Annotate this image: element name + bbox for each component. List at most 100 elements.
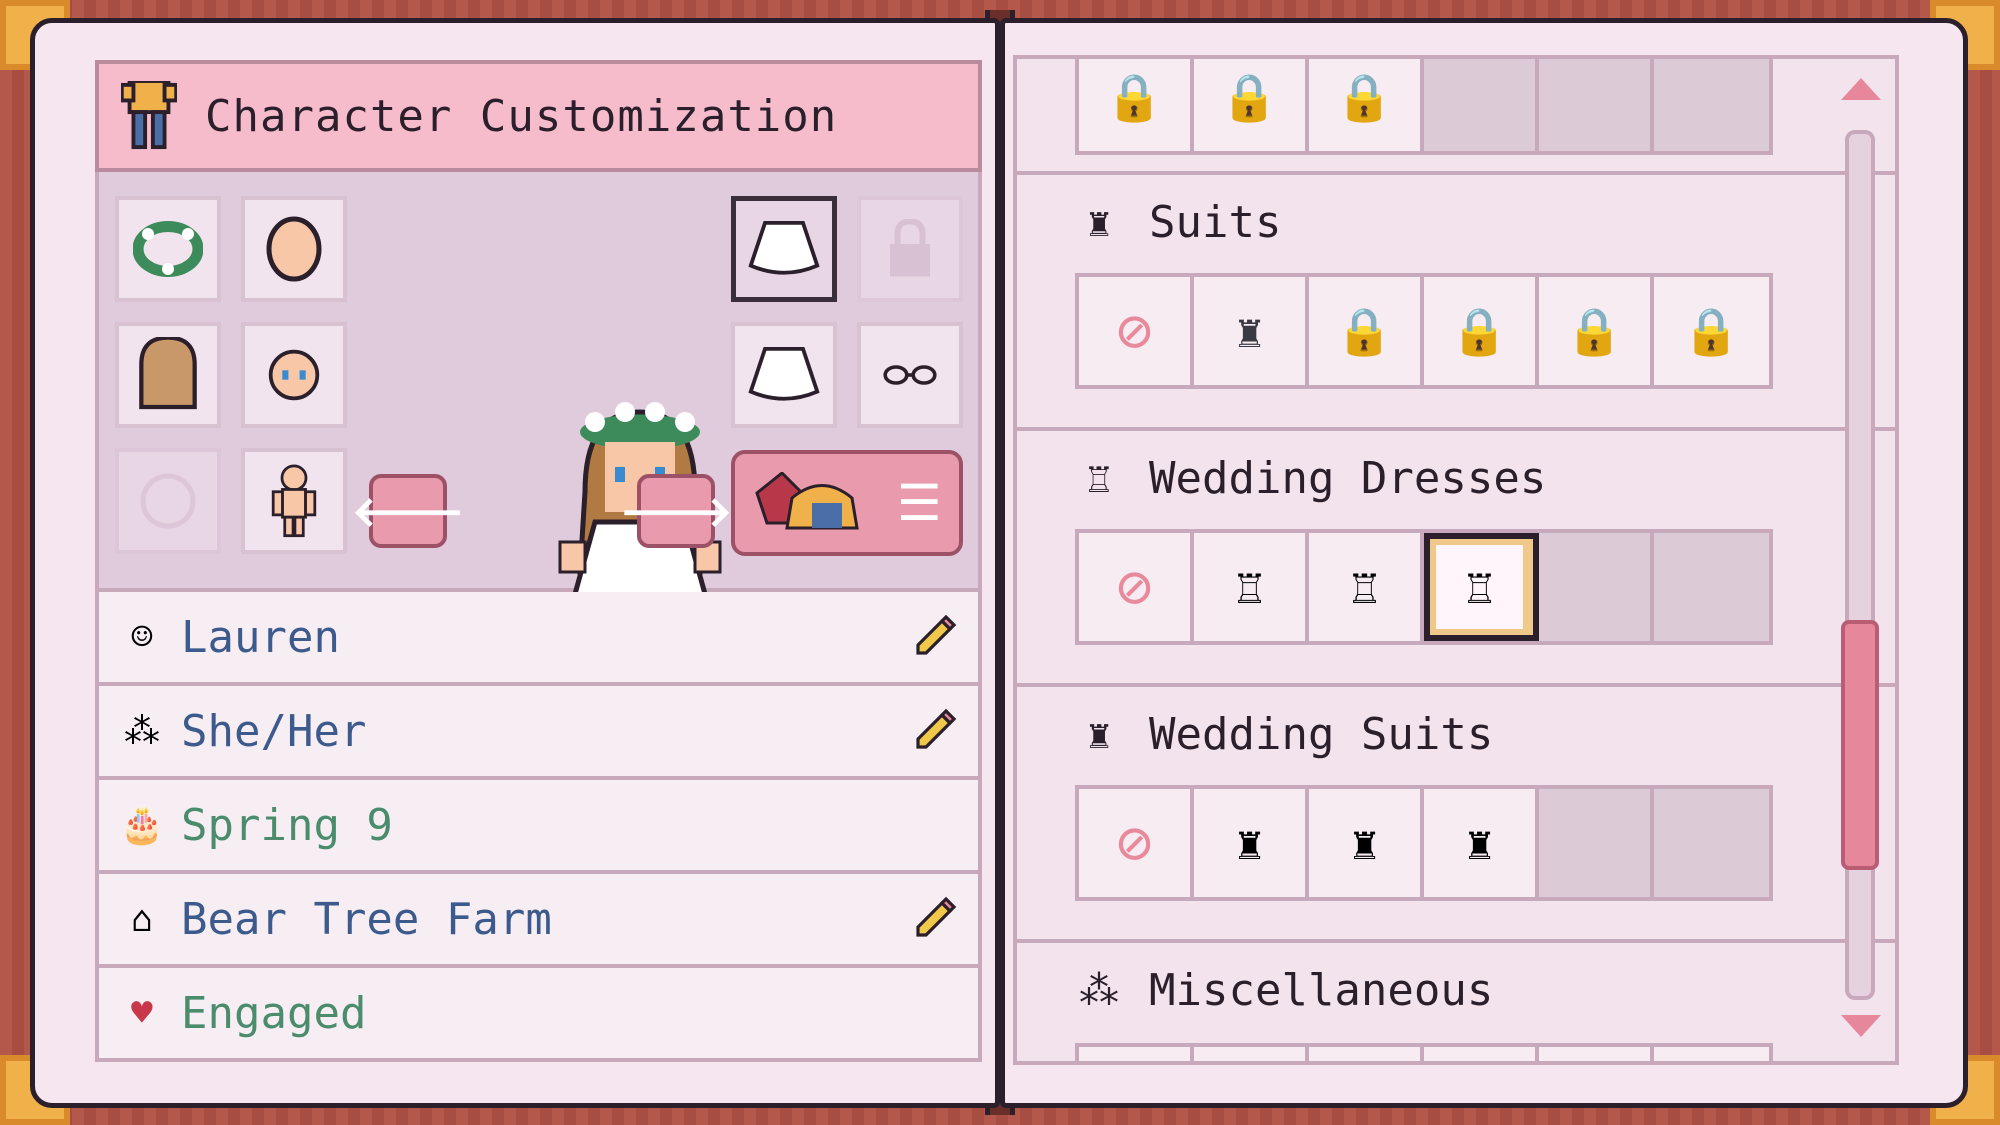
item-grid-row: ⊘ ♖ ♖ ♖ — [1075, 529, 1773, 645]
wedding-suit-icon: ♜ — [1465, 816, 1494, 870]
scrollbar[interactable] — [1831, 60, 1891, 1060]
locked-item-cell[interactable]: 🔒 — [1309, 59, 1424, 151]
section-header: ♜ Wedding Suits — [1067, 709, 1493, 760]
no-icon: ⊘ — [1116, 296, 1153, 366]
misc-item-cell[interactable] — [1194, 1047, 1309, 1061]
wedding-dress-icon — [748, 220, 820, 275]
pencil-icon[interactable] — [910, 707, 958, 755]
empty-item-cell — [1539, 59, 1654, 151]
section-header: ♖ Wedding Dresses — [1067, 453, 1546, 504]
panel-header: Character Customization — [95, 60, 982, 172]
head-icon — [266, 216, 322, 282]
wedding-dresses-section: ♖ Wedding Dresses ⊘ ♖ ♖ ♖ — [1017, 431, 1895, 687]
blank-icon — [140, 473, 196, 529]
birthday-row: 🎂 Spring 9 — [95, 780, 982, 874]
suit-icon: ♜ — [1235, 304, 1264, 358]
glasses-icon — [883, 365, 937, 385]
head-shape-slot[interactable] — [241, 196, 347, 302]
locked-item-cell[interactable]: 🔒 — [1309, 277, 1424, 385]
miscellaneous-section: ⁂ Miscellaneous — [1017, 943, 1895, 1061]
dress-slot-selected[interactable] — [731, 196, 837, 302]
dress-item-cell[interactable]: ♖ — [1194, 533, 1309, 641]
dress-item-cell[interactable]: ♖ — [1309, 533, 1424, 641]
flower-crown-slot[interactable] — [115, 196, 221, 302]
face-icon — [268, 349, 320, 401]
locked-item-cell[interactable]: 🔒 — [1539, 277, 1654, 385]
dress-slot[interactable] — [731, 322, 837, 428]
misc-item-cell[interactable] — [1079, 1047, 1194, 1061]
dress-item-cell-selected[interactable]: ♖ — [1424, 533, 1539, 641]
misc-item-cell[interactable] — [1309, 1047, 1424, 1061]
no-icon: ⊘ — [1116, 552, 1153, 622]
farm-name: Bear Tree Farm — [181, 893, 552, 945]
lock-icon — [890, 219, 930, 277]
wedding-dresses-title: Wedding Dresses — [1149, 453, 1547, 504]
suit-item-cell[interactable]: ♜ — [1194, 277, 1309, 385]
misc-item-cell[interactable] — [1424, 1047, 1539, 1061]
hair-icon — [139, 337, 197, 410]
locked-item-cell[interactable]: 🔒 — [1654, 277, 1769, 385]
player-name: Lauren — [181, 611, 340, 663]
relationship-row: ♥ Engaged — [95, 968, 982, 1062]
lock-icon: 🔒 — [1105, 69, 1164, 124]
none-option-cell[interactable]: ⊘ — [1079, 533, 1194, 641]
suits-section: ♜ Suits ⊘ ♜ 🔒 🔒 🔒 🔒 — [1017, 175, 1895, 431]
empty-item-cell — [1539, 789, 1654, 897]
face-slot[interactable] — [241, 322, 347, 428]
outfit-icon — [755, 472, 860, 530]
wedding-dress-icon: ♖ — [1086, 455, 1112, 502]
locked-item-cell[interactable]: 🔒 — [1424, 277, 1539, 385]
locked-item-cell[interactable]: 🔒 — [1079, 59, 1194, 151]
wedding-dress-icon: ♖ — [1235, 560, 1264, 614]
body-slot[interactable] — [241, 448, 347, 554]
body-icon — [271, 464, 317, 538]
empty-item-cell — [1654, 789, 1769, 897]
item-grid-row: ⊘ ♜ ♜ ♜ — [1075, 785, 1773, 901]
lock-icon: 🔒 — [1565, 303, 1624, 358]
none-option-cell[interactable]: ⊘ — [1079, 789, 1194, 897]
lock-icon: 🔒 — [1450, 303, 1509, 358]
item-grid-row — [1075, 1043, 1773, 1061]
wedding-suit-item-cell[interactable]: ♜ — [1309, 789, 1424, 897]
outfit-menu-button[interactable]: ☰ — [731, 450, 963, 556]
wreath-icon — [133, 221, 203, 277]
pencil-icon[interactable] — [910, 613, 958, 661]
no-icon: ⊘ — [1116, 808, 1153, 878]
prev-arrow-button[interactable]: 🡐 — [352, 474, 464, 548]
scroll-down-arrow-icon[interactable] — [1841, 1015, 1881, 1037]
wedding-suits-title: Wedding Suits — [1149, 709, 1494, 760]
suits-title: Suits — [1149, 197, 1282, 248]
misc-item-cell[interactable] — [1539, 1047, 1654, 1061]
wedding-suit-item-cell[interactable]: ♜ — [1194, 789, 1309, 897]
wedding-suit-icon: ♜ — [1350, 816, 1379, 870]
farm-row: ⌂ Bear Tree Farm — [95, 874, 982, 968]
name-row: ☺ Lauren — [95, 592, 982, 686]
wedding-suit-icon: ♜ — [1086, 711, 1112, 758]
scroll-up-arrow-icon[interactable] — [1841, 78, 1881, 100]
player-icon: ☺ — [131, 616, 153, 658]
none-option-cell[interactable]: ⊘ — [1079, 277, 1194, 385]
empty-item-cell — [1424, 59, 1539, 151]
misc-item-cell[interactable] — [1654, 1047, 1769, 1061]
customization-area: 🡐 🡒 ☰ — [95, 172, 982, 685]
arrow-left-icon: 🡐 — [351, 486, 465, 536]
page-title: Character Customization — [205, 90, 838, 142]
scroll-thumb[interactable] — [1841, 620, 1879, 870]
glasses-slot[interactable] — [857, 322, 963, 428]
misc-title: Miscellaneous — [1149, 965, 1494, 1016]
locked-slot[interactable] — [857, 196, 963, 302]
locked-item-cell[interactable]: 🔒 — [1194, 59, 1309, 151]
cake-icon: 🎂 — [119, 805, 165, 846]
shirt-icon — [121, 81, 177, 150]
section-header: ⁂ Miscellaneous — [1067, 965, 1493, 1016]
item-grid-row: ⊘ ♜ 🔒 🔒 🔒 🔒 — [1075, 273, 1773, 389]
empty-accessory-slot[interactable] — [115, 448, 221, 554]
hair-slot[interactable] — [115, 322, 221, 428]
lock-icon: 🔒 — [1220, 69, 1279, 124]
birthday: Spring 9 — [181, 799, 393, 851]
next-arrow-button[interactable]: 🡒 — [620, 474, 732, 548]
misc-icon: ⁂ — [1079, 967, 1119, 1014]
wedding-suit-item-cell[interactable]: ♜ — [1424, 789, 1539, 897]
arrow-right-icon: 🡒 — [619, 486, 733, 536]
pencil-icon[interactable] — [910, 895, 958, 943]
